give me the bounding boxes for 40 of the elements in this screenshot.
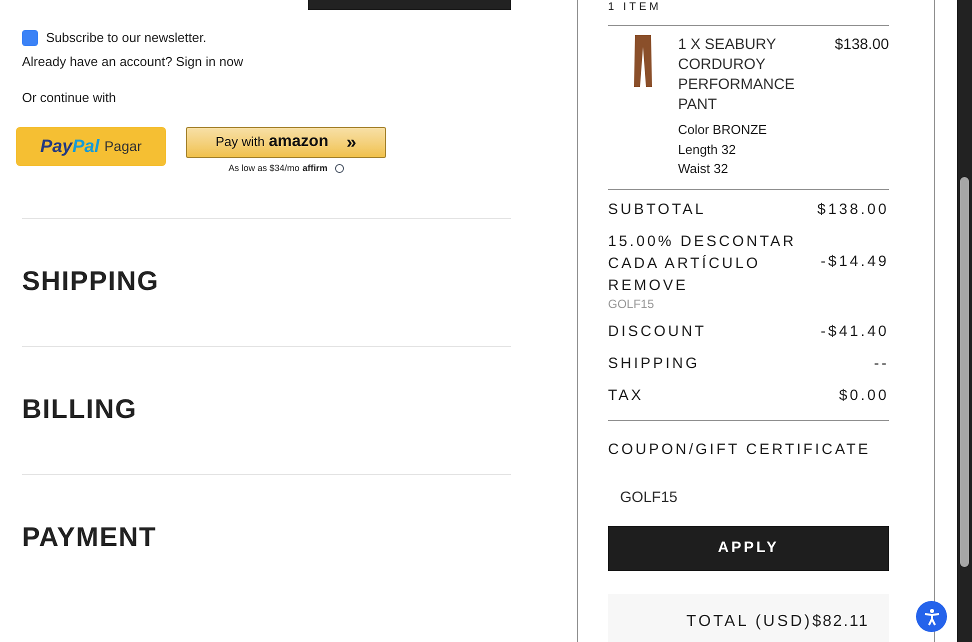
section-heading[interactable]: BILLING <box>22 389 137 430</box>
newsletter-label: Subscribe to our newsletter. <box>46 29 206 47</box>
affirm-logo: affirm <box>302 162 328 174</box>
total-label: TOTAL (USD) <box>686 612 812 632</box>
apply-button[interactable]: APPLY <box>608 526 889 571</box>
financing-text: As low as $34/mo <box>228 162 300 174</box>
item-count: 1 ITEM <box>608 1 662 13</box>
info-icon[interactable] <box>334 164 344 173</box>
line-label: DISCOUNT <box>608 322 706 342</box>
amazon-pay-button[interactable]: Pay with amazon » <box>186 126 386 158</box>
pants-photo <box>634 35 652 87</box>
line-label: TAX <box>608 386 644 406</box>
line-value: -$14.49 <box>820 252 889 272</box>
continue-label: Or continue with <box>22 89 117 107</box>
checkbox[interactable] <box>22 30 38 46</box>
line-label: SHIPPING <box>608 354 700 374</box>
line-value: -$41.40 <box>820 322 889 342</box>
coupon-input[interactable]: GOLF15 <box>608 475 889 519</box>
line-label: SUBTOTAL <box>608 200 706 220</box>
discount-label: 15.00% DESCONTAR CADA ARTÍCULO <box>608 232 798 274</box>
item-detail: Waist 32 <box>678 160 730 178</box>
remove-link[interactable]: REMOVE <box>608 274 808 296</box>
scrollbar-thumb[interactable] <box>960 177 969 567</box>
coupon-label: COUPON/GIFT CERTIFICATE <box>608 440 872 460</box>
section-heading[interactable]: PAYMENT <box>22 517 157 558</box>
item-detail: Color BRONZE <box>678 121 768 139</box>
person-icon <box>922 608 940 626</box>
line-value: $0.00 <box>838 386 889 406</box>
sign-in-prompt: Already have an account? Sign in now <box>22 52 244 71</box>
paypal-button[interactable]: PayPal Pagar <box>16 126 166 166</box>
accessibility-button[interactable] <box>916 601 947 632</box>
total-value: $82.11 <box>812 612 869 632</box>
scrollbar[interactable] <box>957 0 972 642</box>
item-detail: Length 32 <box>678 140 737 159</box>
section-heading[interactable]: SHIPPING <box>22 261 160 302</box>
line-value: -- <box>874 354 889 374</box>
coupon-code: GOLF15 <box>608 296 656 310</box>
item-price: $138.00 <box>834 35 889 55</box>
line-value: $138.00 <box>817 200 889 220</box>
item-name[interactable]: 1 X SEABURY CORDUROY PERFORMANCE PANT <box>678 35 818 115</box>
